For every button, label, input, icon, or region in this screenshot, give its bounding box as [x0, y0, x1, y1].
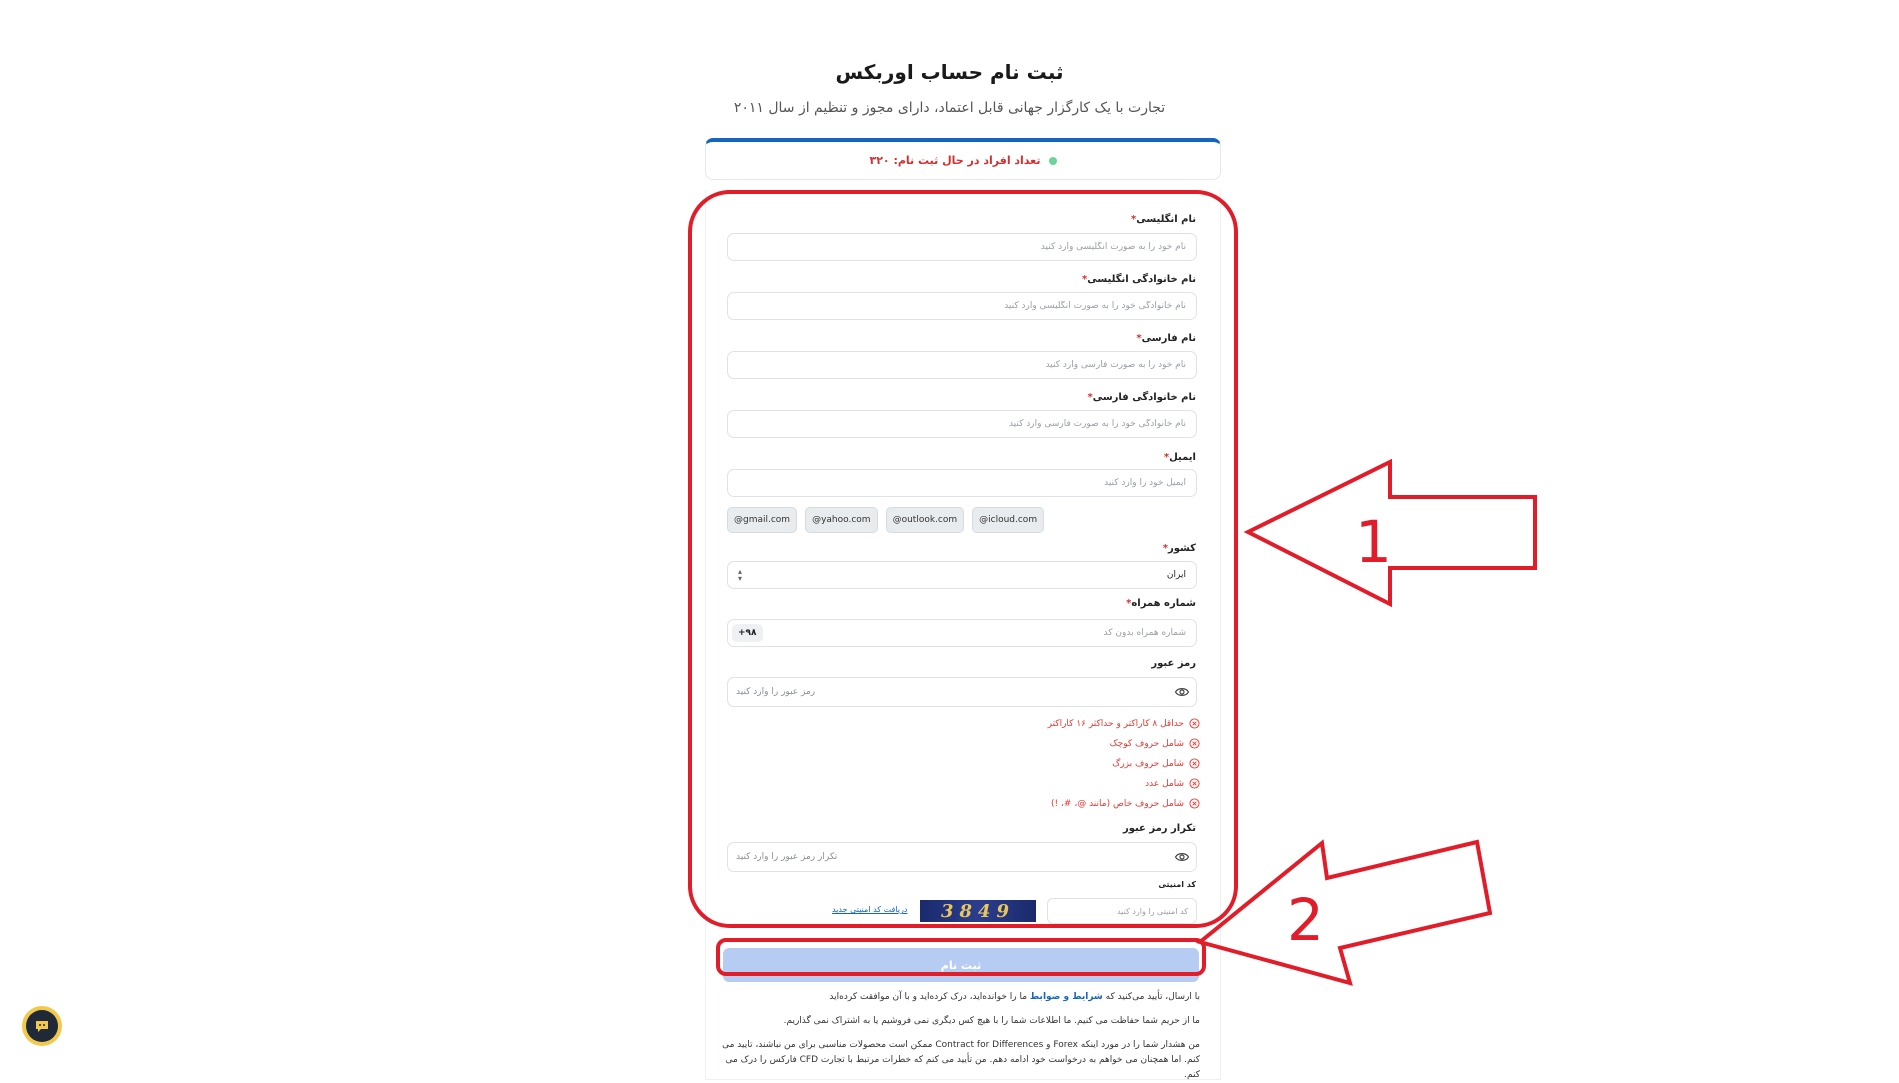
first-name-fa-label: نام فارسی*: [1136, 333, 1196, 344]
chat-bubble-icon: [26, 1010, 58, 1042]
terms-note: با ارسال، تأیید می‌کنید که شرایط و ضوابط…: [829, 992, 1200, 1002]
email-domain-chip[interactable]: @yahoo.com: [805, 507, 878, 533]
captcha-label: کد امنیتی: [1158, 880, 1196, 889]
password-confirm-input[interactable]: [728, 843, 1168, 871]
email-domain-chip[interactable]: @icloud.com: [972, 507, 1045, 533]
first-name-en-input[interactable]: [727, 233, 1197, 261]
chat-support-button[interactable]: [22, 1006, 62, 1046]
first-name-fa-input[interactable]: [727, 351, 1197, 379]
email-domain-suggestions: @gmail.com @yahoo.com @outlook.com @iclo…: [727, 507, 1045, 533]
x-circle-icon: [1189, 758, 1200, 769]
password-rule: حداقل ۸ کاراکتر و حداکثر ۱۶ کاراکتر: [1048, 718, 1200, 729]
email-domain-chip[interactable]: @gmail.com: [727, 507, 798, 533]
page-title: ثبت نام حساب اوربکس: [835, 60, 1064, 84]
registrations-counter: تعداد افراد در حال ثبت نام: ۳۲۰: [705, 138, 1221, 180]
register-submit-button[interactable]: ثبت نام: [723, 948, 1199, 982]
last-name-en-label: نام خانوادگی انگلیسی*: [1082, 274, 1196, 285]
eye-icon[interactable]: [1174, 684, 1190, 700]
eye-icon[interactable]: [1174, 849, 1190, 865]
country-select[interactable]: ایران ▴ ▾: [727, 561, 1197, 589]
arrow-1-label: 1: [1355, 508, 1392, 576]
phone-input[interactable]: [776, 620, 1196, 646]
x-circle-icon: [1189, 798, 1200, 809]
password-confirm-label: تکرار رمز عبور: [1122, 823, 1196, 834]
page-subtitle: تجارت با یک کارگزار جهانی قابل اعتماد، د…: [733, 100, 1166, 116]
risk-warning-note: من هشدار شما را در مورد اینکه Forex و Co…: [722, 1040, 1200, 1080]
password-confirm-field: [727, 842, 1197, 872]
terms-link[interactable]: شرایط و ضوابط: [1030, 992, 1103, 1002]
country-value: ایران: [1166, 570, 1186, 580]
last-name-en-input[interactable]: [727, 292, 1197, 320]
first-name-en-label: نام انگلیسی*: [1130, 214, 1196, 225]
password-rule: شامل عدد: [1145, 778, 1200, 789]
x-circle-icon: [1189, 738, 1200, 749]
phone-field: +۹۸: [727, 619, 1197, 647]
password-input[interactable]: [728, 678, 1168, 706]
captcha-input[interactable]: [1047, 898, 1197, 924]
password-rule: شامل حروف بزرگ: [1112, 758, 1200, 769]
phone-label: شماره همراه*: [1126, 598, 1196, 609]
x-circle-icon: [1189, 718, 1200, 729]
arrow-2-shape: [1195, 839, 1493, 986]
email-input[interactable]: [727, 469, 1197, 497]
last-name-fa-label: نام خانوادگی فارسی*: [1087, 392, 1196, 403]
password-rule: شامل حروف خاص (مانند @، #، !): [1051, 798, 1200, 809]
privacy-note: ما از حریم شما حفاظت می کنیم. ما اطلاعات…: [783, 1016, 1200, 1026]
email-domain-chip[interactable]: @outlook.com: [885, 507, 965, 533]
password-field: [727, 677, 1197, 707]
password-rule: شامل حروف کوچک: [1110, 738, 1200, 749]
chevron-updown-icon: ▴ ▾: [738, 567, 743, 583]
email-label: ایمیل*: [1163, 452, 1196, 463]
x-circle-icon: [1189, 778, 1200, 789]
arrow-1-shape: [1243, 458, 1537, 608]
counter-text: تعداد افراد در حال ثبت نام: ۳۲۰: [869, 154, 1041, 167]
password-label: رمز عبور: [1151, 658, 1196, 669]
country-code-prefix[interactable]: +۹۸: [732, 624, 763, 642]
arrow-2-label: 2: [1287, 886, 1324, 954]
country-label: کشور*: [1162, 543, 1196, 554]
captcha-refresh-link[interactable]: دریافت کد امنیتی جدید: [832, 905, 907, 914]
last-name-fa-input[interactable]: [727, 410, 1197, 438]
live-dot-icon: [1048, 156, 1057, 165]
captcha-image: 3849: [920, 900, 1036, 922]
